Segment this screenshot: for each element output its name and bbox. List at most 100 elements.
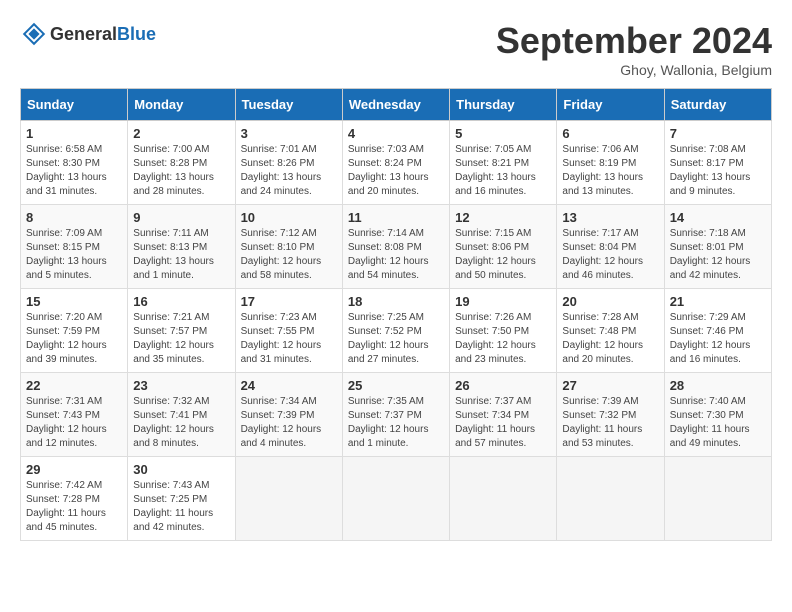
day-number: 12 — [455, 210, 551, 225]
day-info: Sunrise: 7:03 AM Sunset: 8:24 PM Dayligh… — [348, 143, 444, 199]
day-number: 10 — [241, 210, 337, 225]
day-number: 17 — [241, 294, 337, 309]
day-info: Sunrise: 7:42 AM Sunset: 7:28 PM Dayligh… — [26, 479, 122, 535]
day-number: 28 — [670, 378, 766, 393]
day-info: Sunrise: 7:26 AM Sunset: 7:50 PM Dayligh… — [455, 311, 551, 367]
day-info: Sunrise: 7:21 AM Sunset: 7:57 PM Dayligh… — [133, 311, 229, 367]
calendar-day: 28 Sunrise: 7:40 AM Sunset: 7:30 PM Dayli… — [664, 373, 771, 457]
calendar-table: SundayMondayTuesdayWednesdayThursdayFrid… — [20, 88, 772, 541]
calendar-day: 24Sunrise: 7:34 AM Sunset: 7:39 PM Dayli… — [235, 373, 342, 457]
logo-text: GeneralBlue — [50, 24, 156, 45]
day-info: Sunrise: 7:00 AM Sunset: 8:28 PM Dayligh… — [133, 143, 229, 199]
day-number: 29 — [26, 462, 122, 477]
calendar-day — [664, 457, 771, 541]
calendar-week-row: 1 Sunrise: 6:58 AM Sunset: 8:30 PM Daylig… — [21, 121, 772, 205]
calendar-day: 17 Sunrise: 7:23 AM Sunset: 7:55 PM Dayli… — [235, 289, 342, 373]
day-info: Sunrise: 7:31 AM Sunset: 7:43 PM Dayligh… — [26, 395, 122, 451]
day-info: Sunrise: 6:58 AM Sunset: 8:30 PM Dayligh… — [26, 143, 122, 199]
day-info: Sunrise: 7:06 AM Sunset: 8:19 PM Dayligh… — [562, 143, 658, 199]
calendar-week-row: 8Sunrise: 7:09 AM Sunset: 8:15 PM Daylig… — [21, 205, 772, 289]
day-number: 13 — [562, 210, 658, 225]
day-info: Sunrise: 7:25 AM Sunset: 7:52 PM Dayligh… — [348, 311, 444, 367]
day-of-week-header: Sunday — [21, 89, 128, 121]
day-info: Sunrise: 7:28 AM Sunset: 7:48 PM Dayligh… — [562, 311, 658, 367]
day-info: Sunrise: 7:17 AM Sunset: 8:04 PM Dayligh… — [562, 227, 658, 283]
calendar-day: 30 Sunrise: 7:43 AM Sunset: 7:25 PM Dayli… — [128, 457, 235, 541]
day-number: 1 — [26, 126, 122, 141]
calendar-day — [557, 457, 664, 541]
calendar-day — [235, 457, 342, 541]
title-block: September 2024 Ghoy, Wallonia, Belgium — [496, 20, 772, 78]
calendar-day: 7 Sunrise: 7:08 AM Sunset: 8:17 PM Daylig… — [664, 121, 771, 205]
day-number: 3 — [241, 126, 337, 141]
day-info: Sunrise: 7:15 AM Sunset: 8:06 PM Dayligh… — [455, 227, 551, 283]
header-row: SundayMondayTuesdayWednesdayThursdayFrid… — [21, 89, 772, 121]
calendar-day: 18 Sunrise: 7:25 AM Sunset: 7:52 PM Dayli… — [342, 289, 449, 373]
day-number: 14 — [670, 210, 766, 225]
day-number: 9 — [133, 210, 229, 225]
calendar-day: 12 Sunrise: 7:15 AM Sunset: 8:06 PM Dayli… — [450, 205, 557, 289]
day-number: 24 — [241, 378, 337, 393]
day-number: 27 — [562, 378, 658, 393]
day-number: 6 — [562, 126, 658, 141]
day-number: 20 — [562, 294, 658, 309]
day-info: Sunrise: 7:39 AM Sunset: 7:32 PM Dayligh… — [562, 395, 658, 451]
day-of-week-header: Friday — [557, 89, 664, 121]
calendar-day — [342, 457, 449, 541]
calendar-day: 1 Sunrise: 6:58 AM Sunset: 8:30 PM Daylig… — [21, 121, 128, 205]
day-of-week-header: Monday — [128, 89, 235, 121]
calendar-week-row: 15 Sunrise: 7:20 AM Sunset: 7:59 PM Dayli… — [21, 289, 772, 373]
day-info: Sunrise: 7:29 AM Sunset: 7:46 PM Dayligh… — [670, 311, 766, 367]
day-number: 23 — [133, 378, 229, 393]
calendar-day: 20 Sunrise: 7:28 AM Sunset: 7:48 PM Dayli… — [557, 289, 664, 373]
calendar-day: 13 Sunrise: 7:17 AM Sunset: 8:04 PM Dayli… — [557, 205, 664, 289]
calendar-day: 14 Sunrise: 7:18 AM Sunset: 8:01 PM Dayli… — [664, 205, 771, 289]
day-number: 18 — [348, 294, 444, 309]
calendar-day: 3 Sunrise: 7:01 AM Sunset: 8:26 PM Daylig… — [235, 121, 342, 205]
calendar-day: 4Sunrise: 7:03 AM Sunset: 8:24 PM Daylig… — [342, 121, 449, 205]
day-number: 19 — [455, 294, 551, 309]
calendar-body: 1 Sunrise: 6:58 AM Sunset: 8:30 PM Daylig… — [21, 121, 772, 541]
day-info: Sunrise: 7:01 AM Sunset: 8:26 PM Dayligh… — [241, 143, 337, 199]
day-info: Sunrise: 7:40 AM Sunset: 7:30 PM Dayligh… — [670, 395, 766, 451]
day-number: 25 — [348, 378, 444, 393]
calendar-header: SundayMondayTuesdayWednesdayThursdayFrid… — [21, 89, 772, 121]
day-info: Sunrise: 7:32 AM Sunset: 7:41 PM Dayligh… — [133, 395, 229, 451]
day-number: 16 — [133, 294, 229, 309]
calendar-day: 22 Sunrise: 7:31 AM Sunset: 7:43 PM Dayli… — [21, 373, 128, 457]
calendar-day: 9Sunrise: 7:11 AM Sunset: 8:13 PM Daylig… — [128, 205, 235, 289]
day-number: 15 — [26, 294, 122, 309]
calendar-day: 8Sunrise: 7:09 AM Sunset: 8:15 PM Daylig… — [21, 205, 128, 289]
day-info: Sunrise: 7:08 AM Sunset: 8:17 PM Dayligh… — [670, 143, 766, 199]
day-of-week-header: Thursday — [450, 89, 557, 121]
calendar-week-row: 29 Sunrise: 7:42 AM Sunset: 7:28 PM Dayli… — [21, 457, 772, 541]
day-of-week-header: Saturday — [664, 89, 771, 121]
day-number: 5 — [455, 126, 551, 141]
calendar-day: 21 Sunrise: 7:29 AM Sunset: 7:46 PM Dayli… — [664, 289, 771, 373]
calendar-day: 27 Sunrise: 7:39 AM Sunset: 7:32 PM Dayli… — [557, 373, 664, 457]
day-number: 11 — [348, 210, 444, 225]
day-info: Sunrise: 7:37 AM Sunset: 7:34 PM Dayligh… — [455, 395, 551, 451]
logo-icon — [20, 20, 48, 48]
day-number: 8 — [26, 210, 122, 225]
day-number: 2 — [133, 126, 229, 141]
calendar-day: 23 Sunrise: 7:32 AM Sunset: 7:41 PM Dayli… — [128, 373, 235, 457]
day-number: 30 — [133, 462, 229, 477]
day-of-week-header: Tuesday — [235, 89, 342, 121]
day-number: 21 — [670, 294, 766, 309]
day-info: Sunrise: 7:18 AM Sunset: 8:01 PM Dayligh… — [670, 227, 766, 283]
calendar-day: 25Sunrise: 7:35 AM Sunset: 7:37 PM Dayli… — [342, 373, 449, 457]
day-of-week-header: Wednesday — [342, 89, 449, 121]
calendar-day: 15 Sunrise: 7:20 AM Sunset: 7:59 PM Dayli… — [21, 289, 128, 373]
day-info: Sunrise: 7:23 AM Sunset: 7:55 PM Dayligh… — [241, 311, 337, 367]
day-number: 7 — [670, 126, 766, 141]
location-subtitle: Ghoy, Wallonia, Belgium — [496, 62, 772, 78]
day-info: Sunrise: 7:20 AM Sunset: 7:59 PM Dayligh… — [26, 311, 122, 367]
calendar-week-row: 22 Sunrise: 7:31 AM Sunset: 7:43 PM Dayli… — [21, 373, 772, 457]
day-number: 26 — [455, 378, 551, 393]
calendar-day — [450, 457, 557, 541]
day-number: 22 — [26, 378, 122, 393]
day-info: Sunrise: 7:43 AM Sunset: 7:25 PM Dayligh… — [133, 479, 229, 535]
logo: GeneralBlue — [20, 20, 156, 48]
logo-blue: Blue — [117, 24, 156, 44]
